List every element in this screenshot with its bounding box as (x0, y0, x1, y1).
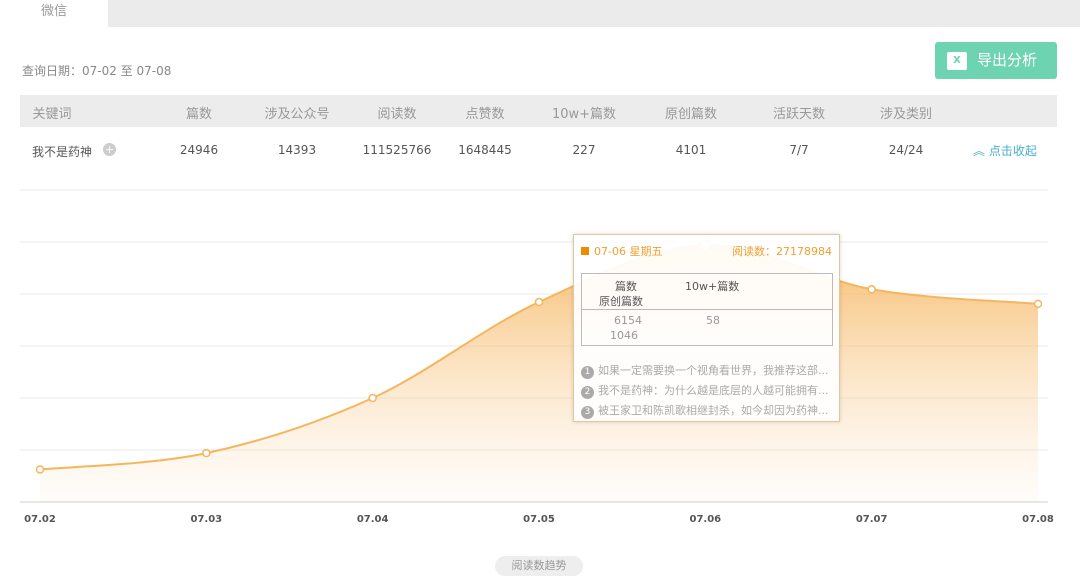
data-point[interactable] (1035, 300, 1042, 307)
chart-tooltip: 07-06 星期五 阅读数：27178984 篇数 10w+篇数 原创篇数 61… (573, 234, 840, 422)
x-tick-label: 07.04 (357, 514, 389, 525)
x-tick-label: 07.03 (191, 514, 223, 525)
data-point[interactable] (37, 466, 44, 473)
tooltip-date: 07-06 星期五 (581, 243, 662, 259)
x-tick-label: 07.08 (1022, 514, 1054, 525)
tt-val-10w: 58 (706, 314, 720, 327)
x-tick-label: 07.06 (690, 514, 722, 525)
tt-val-articles: 6154 (614, 314, 642, 327)
data-point[interactable] (369, 395, 376, 402)
tt-col-10w: 10w+篇数 (685, 278, 739, 294)
tooltip-reads: 阅读数：27178984 (732, 243, 832, 259)
article-link[interactable]: 3被王家卫和陈凯歌相继封杀，如今却因为药神... (581, 401, 836, 421)
tt-col-original: 原创篇数 (599, 293, 643, 309)
legend-reads-trend[interactable]: 阅读数趋势 (495, 556, 583, 576)
area-fill (40, 245, 1038, 502)
tt-val-original: 1046 (610, 329, 638, 342)
data-point[interactable] (868, 286, 875, 293)
reads-trend-chart (0, 0, 1080, 580)
data-point[interactable] (536, 299, 543, 306)
x-tick-label: 07.07 (856, 514, 888, 525)
tooltip-article-list: 1如果一定需要换一个视角看世界，我推荐这部... 2我不是药神：为什么越是底层的… (581, 361, 836, 421)
tooltip-table: 篇数 10w+篇数 原创篇数 6154 58 1046 (581, 273, 833, 346)
article-link[interactable]: 2我不是药神：为什么越是底层的人越可能拥有... (581, 381, 836, 401)
article-link[interactable]: 1如果一定需要换一个视角看世界，我推荐这部... (581, 361, 836, 381)
x-tick-label: 07.02 (24, 514, 56, 525)
x-tick-label: 07.05 (523, 514, 555, 525)
data-point[interactable] (203, 450, 210, 457)
tt-col-articles: 篇数 (615, 278, 637, 294)
